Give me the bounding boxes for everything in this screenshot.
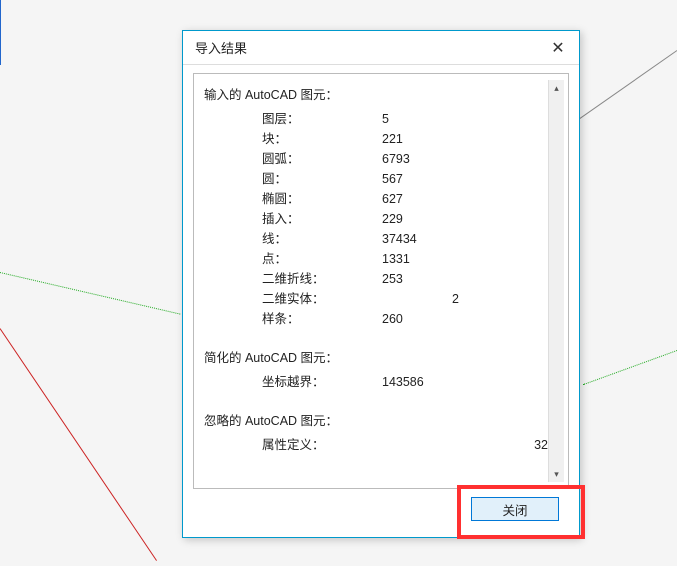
data-row: 插入：229 <box>204 209 548 229</box>
dialog-footer: 关闭 <box>193 489 569 531</box>
results-content: 输入的 AutoCAD 图元： 图层：5 块：221 圆弧：6793 圆：567… <box>204 80 548 482</box>
axis-x-red <box>0 328 157 561</box>
data-row: 点：1331 <box>204 249 548 269</box>
close-button[interactable]: 关闭 <box>471 497 559 521</box>
dialog-title: 导入结果 <box>195 38 545 57</box>
scroll-up-arrow-icon[interactable]: ▴ <box>549 80 564 96</box>
dialog-titlebar[interactable]: 导入结果 ✕ <box>183 31 579 65</box>
data-row: 属性定义：32 <box>204 435 548 455</box>
data-row: 椭圆：627 <box>204 189 548 209</box>
dialog-content-area: 输入的 AutoCAD 图元： 图层：5 块：221 圆弧：6793 圆：567… <box>183 65 579 537</box>
data-row: 圆弧：6793 <box>204 149 548 169</box>
close-icon[interactable]: ✕ <box>545 35 571 61</box>
axis-y-green-left <box>0 272 180 315</box>
axis-z-blue <box>0 0 1 65</box>
vertical-scrollbar[interactable]: ▴ ▾ <box>548 80 564 482</box>
section-imported-header: 输入的 AutoCAD 图元： <box>204 84 548 103</box>
scroll-down-arrow-icon[interactable]: ▾ <box>549 466 564 482</box>
data-row: 块：221 <box>204 129 548 149</box>
axis-gray <box>578 50 677 120</box>
axis-y-green-right <box>583 350 677 385</box>
data-row: 线：37434 <box>204 229 548 249</box>
data-row: 二维实体：2 <box>204 289 548 309</box>
section-simplified-header: 简化的 AutoCAD 图元： <box>204 347 548 366</box>
data-row: 坐标越界：143586 <box>204 372 548 392</box>
data-row: 样条：260 <box>204 309 548 329</box>
section-ignored-header: 忽略的 AutoCAD 图元： <box>204 410 548 429</box>
data-row: 图层：5 <box>204 109 548 129</box>
data-row: 二维折线：253 <box>204 269 548 289</box>
data-row: 圆：567 <box>204 169 548 189</box>
import-results-dialog: 导入结果 ✕ 输入的 AutoCAD 图元： 图层：5 块：221 圆弧：679… <box>182 30 580 538</box>
results-textbox: 输入的 AutoCAD 图元： 图层：5 块：221 圆弧：6793 圆：567… <box>193 73 569 489</box>
